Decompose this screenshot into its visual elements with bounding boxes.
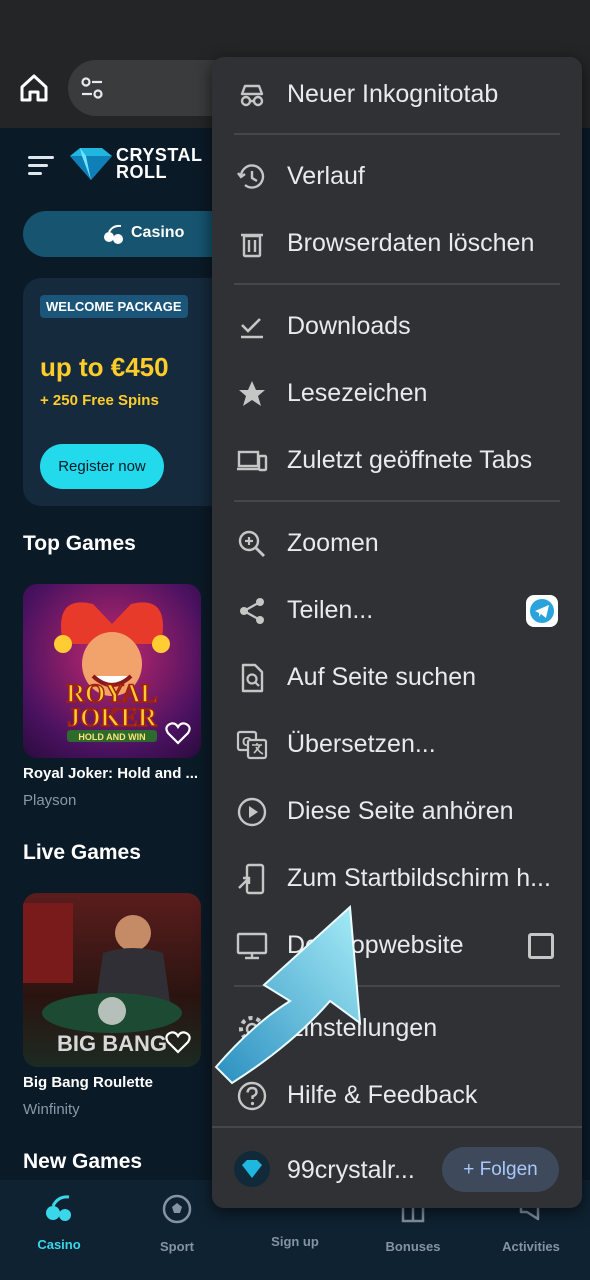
favorite-heart-icon[interactable] bbox=[165, 722, 191, 746]
welcome-promo-card[interactable]: WELCOME PACKAGE up to €450 + 250 Free Sp… bbox=[23, 278, 243, 506]
cherries-icon bbox=[104, 224, 123, 244]
menu-item-bookmarks[interactable]: Lesezeichen bbox=[212, 359, 582, 426]
incognito-icon bbox=[240, 84, 264, 107]
menu-item-label: Hilfe & Feedback bbox=[287, 1081, 478, 1109]
svg-text:JOKER: JOKER bbox=[67, 703, 157, 732]
site-settings-icon[interactable] bbox=[78, 74, 106, 102]
desktop-site-checkbox[interactable] bbox=[528, 933, 554, 959]
play-circle-icon bbox=[237, 797, 267, 827]
menu-item-new-incognito-tab[interactable]: Neuer Inkognitotab bbox=[212, 60, 582, 127]
translate-icon: G bbox=[236, 730, 268, 760]
tab-casino-label: Casino bbox=[131, 224, 185, 241]
menu-item-label: Browserdaten löschen bbox=[287, 229, 535, 257]
svg-text:BIG BANG: BIG BANG bbox=[57, 1031, 167, 1056]
tab-casino[interactable]: Casino bbox=[23, 211, 243, 257]
nav-casino[interactable]: Casino bbox=[0, 1194, 118, 1252]
menu-item-label: Zuletzt geöffnete Tabs bbox=[287, 446, 533, 474]
crystal-roll-logo[interactable]: CRYSTAL ROLL bbox=[68, 146, 208, 186]
promo-free-spins: + 250 Free Spins bbox=[40, 392, 159, 409]
menu-item-add-to-home-screen[interactable]: Zum Startbildschirm h... bbox=[212, 844, 582, 911]
devices-icon bbox=[237, 450, 268, 472]
menu-item-label: Lesezeichen bbox=[287, 379, 428, 407]
site-name: 99crystalr... bbox=[287, 1156, 415, 1184]
history-icon bbox=[237, 164, 265, 189]
promo-amount: up to €450 bbox=[40, 352, 169, 382]
game-provider: Winfinity bbox=[23, 1101, 80, 1118]
menu-item-find-in-page[interactable]: Auf Seite suchen bbox=[212, 643, 582, 710]
diamond-logo-icon bbox=[70, 148, 112, 180]
logo-wordmark: CRYSTAL ROLL bbox=[116, 145, 203, 182]
home-icon bbox=[20, 74, 48, 102]
game-card-royal-joker[interactable]: ROYAL JOKER HOLD AND WIN bbox=[23, 584, 201, 758]
menu-divider bbox=[234, 283, 560, 285]
follow-button[interactable]: + Folgen bbox=[442, 1147, 559, 1192]
soccer-ball-icon bbox=[162, 1194, 192, 1224]
nav-label: Activities bbox=[502, 1239, 560, 1254]
game-name: Royal Joker: Hold and ... bbox=[23, 765, 199, 782]
menu-divider bbox=[234, 133, 560, 135]
game-provider: Playson bbox=[23, 792, 77, 809]
trash-icon bbox=[241, 233, 263, 258]
menu-divider bbox=[212, 1126, 582, 1128]
cherries-icon bbox=[46, 1195, 71, 1221]
download-check-icon bbox=[241, 318, 263, 339]
menu-item-label: Zoomen bbox=[287, 529, 379, 557]
share-icon bbox=[240, 598, 264, 624]
menu-hamburger-icon[interactable] bbox=[28, 156, 54, 176]
menu-item-label: Neuer Inkognitotab bbox=[287, 80, 499, 108]
menu-item-recent-tabs[interactable]: Zuletzt geöffnete Tabs bbox=[212, 426, 582, 493]
menu-item-label: Übersetzen... bbox=[287, 730, 436, 758]
register-now-button[interactable]: Register now bbox=[40, 444, 164, 489]
star-icon bbox=[239, 381, 265, 406]
nav-label: Sport bbox=[160, 1239, 194, 1254]
menu-item-clear-browsing-data[interactable]: Browserdaten löschen bbox=[212, 209, 582, 276]
nav-label: Bonuses bbox=[385, 1239, 441, 1254]
nav-label: Casino bbox=[37, 1237, 81, 1252]
site-favicon bbox=[234, 1151, 270, 1187]
promo-badge: WELCOME PACKAGE bbox=[40, 295, 188, 318]
find-in-page-icon bbox=[241, 663, 264, 693]
telegram-share-icon[interactable] bbox=[526, 595, 558, 627]
add-to-home-icon bbox=[238, 863, 265, 895]
menu-item-label: Teilen... bbox=[287, 596, 374, 624]
game-name: Big Bang Roulette bbox=[23, 1074, 153, 1091]
menu-item-label: Auf Seite suchen bbox=[287, 663, 477, 691]
section-title-top-games: Top Games bbox=[23, 532, 136, 555]
menu-item-share[interactable]: Teilen... bbox=[212, 576, 582, 643]
nav-label: Sign up bbox=[271, 1234, 319, 1249]
menu-item-label: Zum Startbildschirm h... bbox=[287, 864, 551, 892]
menu-item-label: Verlauf bbox=[287, 162, 365, 190]
menu-item-translate[interactable]: G Übersetzen... bbox=[212, 710, 582, 777]
menu-item-zoom[interactable]: Zoomen bbox=[212, 509, 582, 576]
svg-text:HOLD AND WIN: HOLD AND WIN bbox=[78, 732, 145, 742]
game-card-big-bang-roulette[interactable]: BIG BANG bbox=[23, 893, 201, 1067]
menu-item-history[interactable]: Verlauf bbox=[212, 142, 582, 209]
section-title-live-games: Live Games bbox=[23, 841, 141, 864]
annotation-arrow bbox=[214, 905, 362, 1085]
menu-divider bbox=[234, 500, 560, 502]
home-button[interactable] bbox=[14, 68, 54, 108]
menu-item-downloads[interactable]: Downloads bbox=[212, 292, 582, 359]
zoom-in-icon bbox=[238, 530, 265, 557]
favorite-heart-icon[interactable] bbox=[165, 1031, 191, 1055]
menu-item-listen-to-page[interactable]: Diese Seite anhören bbox=[212, 777, 582, 844]
section-title-new-games: New Games bbox=[23, 1150, 143, 1173]
menu-item-label: Diese Seite anhören bbox=[287, 797, 514, 825]
menu-item-label: Downloads bbox=[287, 312, 411, 340]
